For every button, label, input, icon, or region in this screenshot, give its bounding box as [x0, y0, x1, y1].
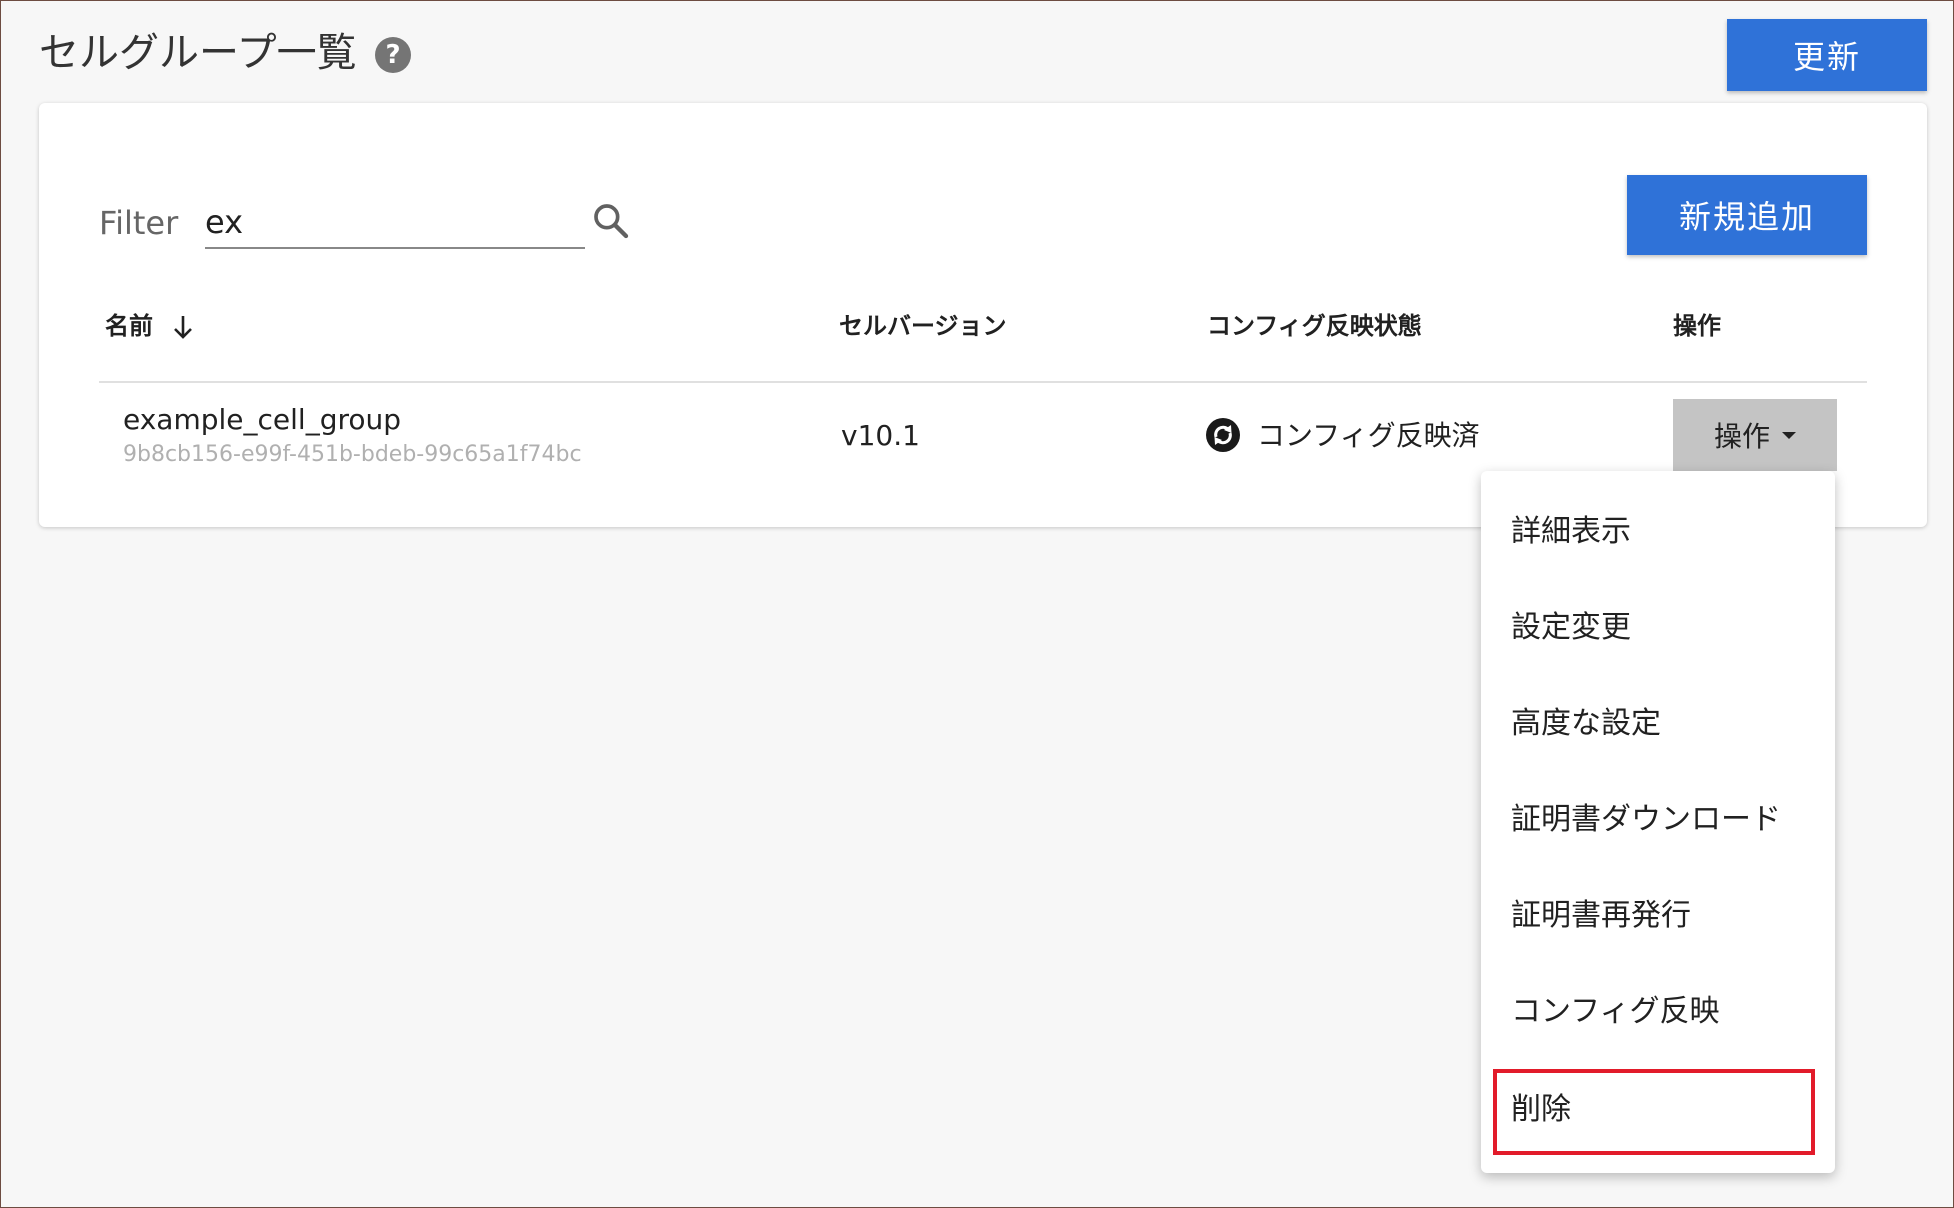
menu-item-advanced-settings[interactable]: 高度な設定: [1511, 703, 1661, 745]
help-icon[interactable]: ?: [375, 37, 411, 73]
filter-input[interactable]: [205, 197, 585, 249]
cell-group-name[interactable]: example_cell_group: [123, 401, 401, 439]
cell-group-id: 9b8cb156-e99f-451b-bdeb-99c65a1f74bc: [123, 442, 582, 467]
menu-item-download-certificate[interactable]: 証明書ダウンロード: [1511, 799, 1781, 841]
menu-item-view-details[interactable]: 詳細表示: [1511, 511, 1631, 553]
menu-item-reissue-certificate[interactable]: 証明書再発行: [1511, 895, 1691, 937]
menu-item-apply-config[interactable]: コンフィグ反映: [1511, 991, 1720, 1033]
column-header-name[interactable]: 名前: [105, 309, 195, 343]
actions-dropdown-label: 操作: [1713, 420, 1770, 453]
column-header-name-label: 名前: [105, 312, 153, 340]
caret-down-icon: [1782, 431, 1796, 439]
config-status-text: コンフィグ反映済: [1257, 419, 1480, 452]
filter-label: Filter: [99, 204, 179, 242]
actions-dropdown-button[interactable]: 操作: [1673, 399, 1837, 471]
header-divider: [99, 381, 1867, 383]
menu-item-edit-settings[interactable]: 設定変更: [1511, 607, 1631, 649]
refresh-button[interactable]: 更新: [1727, 19, 1927, 91]
cell-group-card: Filter 新規追加 名前 セルバージョン コンフィグ反映状態 操作 exam…: [39, 103, 1927, 527]
column-header-config-status[interactable]: コンフィグ反映状態: [1207, 309, 1422, 343]
column-header-actions: 操作: [1673, 312, 1721, 340]
sync-icon: [1206, 418, 1240, 452]
search-icon[interactable]: [591, 201, 631, 241]
delete-highlight-box: [1493, 1069, 1815, 1155]
arrow-down-icon: [174, 316, 193, 339]
page-title: セルグループ一覧: [39, 30, 357, 76]
app-frame: セルグループ一覧 ? 更新 Filter 新規追加 名前 セルバージョン コンフ…: [0, 0, 1954, 1208]
add-new-button[interactable]: 新規追加: [1627, 175, 1867, 255]
column-header-version[interactable]: セルバージョン: [839, 309, 1007, 343]
actions-menu: 詳細表示 設定変更 高度な設定 証明書ダウンロード 証明書再発行 コンフィグ反映…: [1481, 471, 1835, 1173]
cell-version: v10.1: [841, 419, 920, 452]
